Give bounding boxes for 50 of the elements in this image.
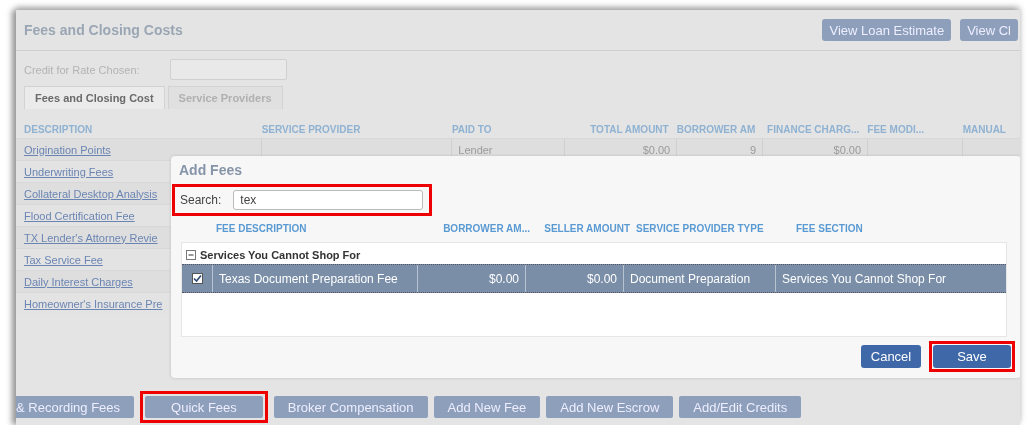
fee-row[interactable]: Texas Document Preparation Fee $0.00 $0.00 Document Preparation Services You Cannot Shop For	[182, 264, 1006, 293]
table-cell: $0.00	[488, 271, 519, 286]
column-header: SERVICE PROVIDER TYPE	[636, 223, 765, 234]
column-header: PAID TO	[451, 124, 493, 135]
fee-link[interactable]: Flood Certification Fee	[24, 209, 135, 222]
table-cell: $0.00	[833, 143, 862, 156]
column-header: FEE DESCRIPTION	[216, 223, 308, 234]
column-header: BORROWER AM	[676, 124, 757, 135]
toolbar-button[interactable]: Add New Escrow	[546, 396, 674, 418]
dialog-button[interactable]: Save	[933, 345, 1011, 368]
fee-link[interactable]: Underwriting Fees	[24, 165, 114, 178]
search-label: Search:	[180, 193, 222, 207]
tab[interactable]: Fees and Closing Cost	[24, 86, 165, 109]
column-header: DESCRIPTION	[24, 124, 94, 135]
group-label: Services You Cannot Shop For	[200, 249, 361, 261]
toolbar-button[interactable]: Add/Edit Credits	[679, 396, 802, 418]
table-cell: Services You Cannot Shop For	[782, 271, 947, 286]
column-header: FEE SECTION	[796, 223, 864, 234]
toolbar-button[interactable]: Add New Fee	[433, 396, 541, 418]
fee-link[interactable]: TX Lender's Attorney Revie	[24, 231, 158, 244]
table-cell: 9	[750, 143, 757, 156]
table-cell: $0.00	[642, 143, 671, 156]
column-header: SERVICE PROVIDER	[261, 124, 362, 135]
toolbar-button[interactable]: Broker Compensation	[273, 396, 428, 418]
dialog-title: Add Fees	[178, 161, 243, 180]
column-header: FINANCE CHARG...	[766, 124, 861, 135]
search-field[interactable]: tex	[233, 190, 424, 210]
header-button[interactable]: View Loan Estimate	[822, 19, 952, 41]
dialog-button[interactable]: Cancel	[861, 345, 921, 368]
collapse-icon[interactable]	[186, 250, 196, 260]
column-header: BORROWER AM...	[442, 223, 531, 234]
table-cell: Texas Document Preparation Fee	[219, 271, 398, 286]
table-cell: Lender	[458, 143, 493, 156]
table-cell: $0.00	[586, 271, 617, 286]
column-header: TOTAL AMOUNT	[589, 124, 670, 135]
checkbox[interactable]	[191, 273, 203, 284]
column-header: SELLER AMOUNT	[543, 223, 631, 234]
credit-field[interactable]	[169, 59, 287, 80]
column-header: FEE MODI...	[867, 124, 925, 135]
fee-link[interactable]: Collateral Desktop Analysis	[24, 187, 158, 200]
toolbar-button[interactable]: Quick Fees	[145, 396, 263, 418]
column-header: MANUAL	[962, 124, 1007, 135]
toolbar-button[interactable]: & Recording Fees	[16, 396, 135, 418]
fee-link[interactable]: Daily Interest Charges	[24, 275, 133, 288]
page-title: Fees and Closing Costs	[24, 22, 183, 38]
fee-link[interactable]: Homeowner's Insurance Pre	[24, 297, 163, 310]
fee-link[interactable]: Tax Service Fee	[24, 253, 103, 266]
header-button[interactable]: View Cl	[960, 19, 1018, 41]
fee-link[interactable]: Origination Points	[24, 143, 111, 156]
table-cell: Document Preparation	[630, 271, 751, 286]
